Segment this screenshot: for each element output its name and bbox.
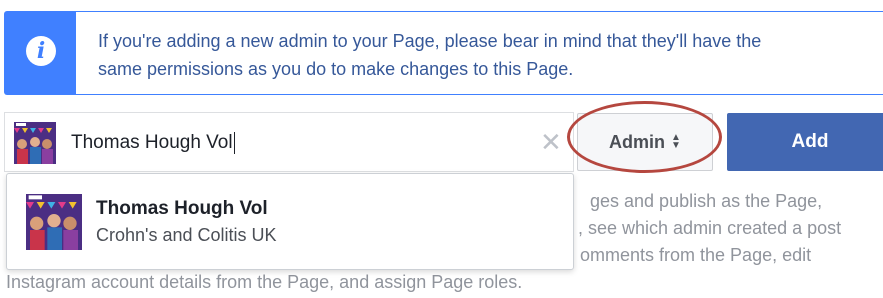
role-select-value: Admin: [609, 131, 666, 152]
autocomplete-dropdown: Thomas Hough Vol Crohn's and Colitis UK: [6, 173, 574, 270]
suggestion-subtitle: Crohn's and Colitis UK: [96, 225, 277, 245]
add-button[interactable]: Add: [727, 113, 883, 171]
banner-message: If you're adding a new admin to your Pag…: [98, 27, 878, 83]
suggestion-name: Thomas Hough Vol: [96, 198, 268, 219]
page-thumbnail: [14, 122, 56, 164]
info-icon: i: [26, 36, 56, 66]
suggestion-item[interactable]: Thomas Hough Vol Crohn's and Colitis UK: [7, 174, 573, 269]
close-icon[interactable]: ✕: [540, 127, 562, 157]
banner-message-line-1: If you're adding a new admin to your Pag…: [98, 31, 762, 51]
role-description-line-4: Instagram account details from the Page,…: [6, 272, 523, 292]
admin-search-input[interactable]: Thomas Hough Vol ✕: [4, 112, 574, 172]
info-banner: i If you're adding a new admin to your P…: [4, 11, 883, 95]
role-select-button[interactable]: Admin ▲ ▼: [577, 113, 713, 171]
search-input-value[interactable]: Thomas Hough Vol: [71, 132, 235, 154]
sort-arrows-icon: ▲ ▼: [671, 132, 681, 151]
banner-icon-strip: i: [4, 11, 76, 95]
text-cursor: [233, 132, 235, 154]
banner-message-line-2: same permissions as you do to make chang…: [98, 59, 574, 79]
suggestion-avatar: [26, 194, 82, 250]
